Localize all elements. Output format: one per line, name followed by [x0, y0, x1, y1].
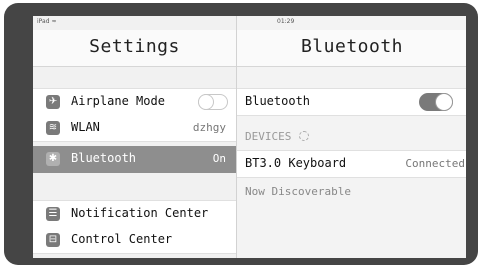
- toggle-knob: [199, 95, 213, 109]
- device-screen: iPad ≈ Settings ✈ Airplane Mode ≋ WLAN d…: [33, 16, 466, 258]
- device-status: Connected: [405, 157, 465, 170]
- settings-item-wlan[interactable]: ≋ WLAN dzhgy: [33, 115, 236, 142]
- status-carrier: iPad ≈: [37, 18, 57, 25]
- bluetooth-toggle-row: Bluetooth: [237, 88, 466, 116]
- airplane-mode-toggle[interactable]: [198, 94, 228, 110]
- status-time: 01:29: [277, 18, 295, 25]
- bluetooth-title: Bluetooth: [300, 36, 404, 57]
- bluetooth-status-value: On: [212, 152, 226, 165]
- bluetooth-panel: 01:29 Bluetooth Bluetooth DEVICES BT3.0 …: [236, 16, 466, 258]
- notification-icon: ☰: [46, 207, 60, 221]
- settings-item-label: WLAN: [71, 120, 100, 134]
- settings-item-label: Airplane Mode: [71, 94, 165, 108]
- settings-title: Settings: [89, 36, 180, 57]
- loading-spinner-icon: [299, 131, 310, 141]
- settings-item-label: Notification Center: [71, 206, 209, 220]
- settings-item-notification-center[interactable]: ☰ Notification Center: [33, 200, 236, 228]
- wifi-icon: ≋: [46, 121, 60, 135]
- airplane-icon: ✈: [46, 95, 60, 109]
- settings-item-label: Bluetooth: [71, 151, 137, 165]
- device-row[interactable]: BT3.0 Keyboard Connected: [237, 150, 466, 178]
- settings-item-control-center[interactable]: ⊟ Control Center: [33, 227, 236, 254]
- wifi-icon: ≈: [51, 18, 57, 25]
- bluetooth-toggle[interactable]: [419, 93, 453, 111]
- discoverable-note: Now Discoverable: [245, 185, 351, 198]
- devices-header: DEVICES: [245, 130, 310, 143]
- bluetooth-icon: ✱: [46, 152, 60, 166]
- settings-panel: iPad ≈ Settings ✈ Airplane Mode ≋ WLAN d…: [33, 16, 236, 258]
- bluetooth-title-bar: Bluetooth: [237, 30, 466, 67]
- bluetooth-toggle-label: Bluetooth: [245, 94, 311, 108]
- settings-title-bar: Settings: [33, 30, 236, 67]
- settings-item-airplane-mode[interactable]: ✈ Airplane Mode: [33, 88, 236, 116]
- device-name: BT3.0 Keyboard: [245, 156, 347, 170]
- control-center-icon: ⊟: [46, 233, 60, 247]
- settings-item-bluetooth[interactable]: ✱ Bluetooth On: [33, 146, 236, 173]
- settings-item-label: Control Center: [71, 232, 173, 246]
- wlan-network-value: dzhgy: [192, 121, 226, 134]
- toggle-knob: [436, 94, 452, 110]
